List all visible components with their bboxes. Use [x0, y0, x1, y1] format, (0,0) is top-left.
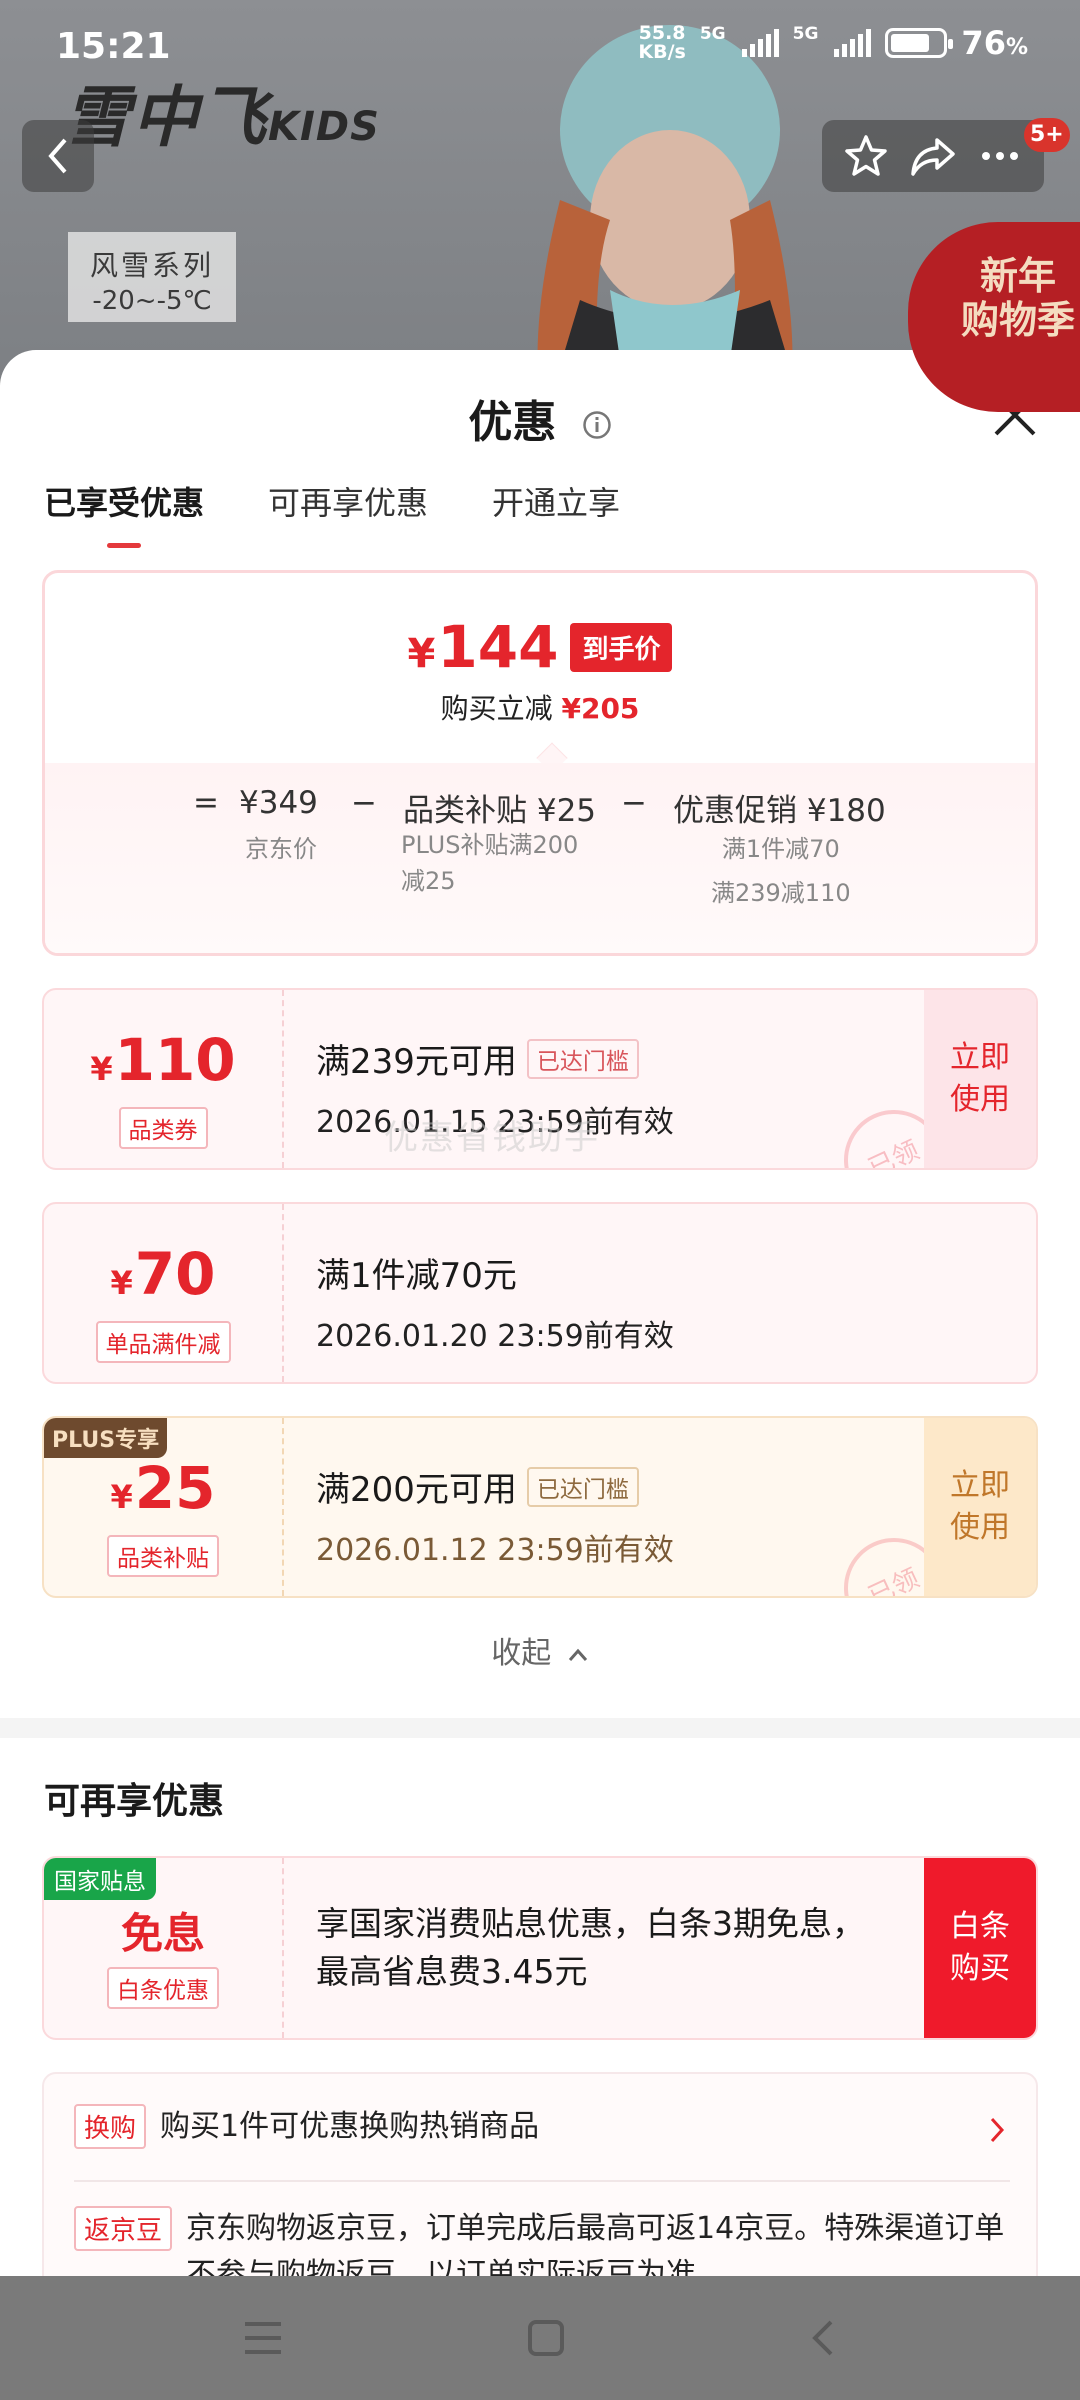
signal-icon: [834, 29, 872, 57]
status-indicators: 55.8 KB/s 5G 5G 76%: [638, 22, 1028, 63]
use-now-button[interactable]: 立即 使用: [924, 990, 1036, 1168]
minus-sign: −: [621, 785, 647, 821]
status-time: 15:21: [56, 26, 171, 67]
coupon-amount: ¥25: [110, 1454, 216, 1522]
final-price-tag: 到手价: [570, 622, 673, 672]
coupon-amount: ¥110: [90, 1026, 236, 1094]
interest-free-text: 享国家消费贴息优惠，白条3期免息，最高省息费3.45元: [316, 1904, 865, 1991]
category-subsidy: 品类补贴 ¥25: [403, 793, 597, 829]
exchange-text: 购买1件可优惠换购热销商品: [160, 2109, 540, 2144]
watermark-text: 优惠省钱助手: [384, 1118, 600, 1158]
star-icon[interactable]: [842, 132, 890, 180]
reduce-text: 购买立减 ¥205: [440, 692, 640, 725]
info-icon[interactable]: [582, 410, 612, 440]
final-price: ¥144: [407, 613, 559, 681]
status-bar: 15:21 55.8 KB/s 5G 5G 76%: [0, 0, 1080, 90]
sim1-label: 5G: [699, 24, 726, 44]
battery-percent: 76%: [961, 24, 1028, 62]
collapse-button[interactable]: 收起: [0, 1628, 1080, 1672]
battery-icon: [885, 28, 954, 58]
exchange-row[interactable]: 换购 购买1件可优惠换购热销商品: [74, 2104, 1010, 2150]
promotion-note: 满1件减70 满239减110: [711, 835, 851, 907]
chevron-right-icon: [990, 2117, 1005, 2143]
section-title: 可再享优惠: [44, 1781, 225, 1822]
threshold-tag: 已达门槛: [526, 1038, 639, 1079]
subsidy-note: PLUS补贴满200 减25: [401, 831, 579, 895]
system-nav-bar: [0, 2276, 1080, 2400]
section-divider: [0, 1718, 1080, 1738]
back-button[interactable]: [22, 120, 94, 192]
menu-icon[interactable]: [241, 2318, 285, 2358]
bean-text: 京东购物返京豆，订单完成后最高可返14京豆。特殊渠道订单不参与购物返豆，以订单实…: [186, 2211, 1005, 2280]
bean-row: 返京豆 京东购物返京豆，订单完成后最高可返14京豆。特殊渠道订单不参与购物返豆，…: [74, 2206, 1010, 2280]
threshold-tag: 已达门槛: [526, 1466, 639, 1507]
use-now-button[interactable]: 立即 使用: [924, 1418, 1036, 1596]
share-icon[interactable]: [909, 132, 957, 180]
coupon-type: 品类补贴: [107, 1535, 219, 1577]
interest-free-label: 免息: [120, 1909, 205, 1958]
exchange-tag: 换购: [74, 2104, 147, 2149]
base-price-label: 京东价: [245, 835, 317, 863]
discount-tabs: 已享受优惠 可再享优惠 开通立享: [44, 478, 620, 548]
plus-badge: PLUS专享: [44, 1418, 168, 1458]
price-summary: ¥144 到手价 购买立减 ¥205 = ¥349 京东价 − 品类补贴 ¥25…: [42, 570, 1038, 956]
coupon-type: 品类券: [118, 1107, 208, 1149]
baitiao-buy-button[interactable]: 白条 购买: [924, 1858, 1036, 2038]
more-icon[interactable]: [976, 132, 1024, 180]
message-badge: 5+: [1024, 118, 1070, 152]
coupon-amount: ¥70: [110, 1240, 216, 1308]
tab-enjoyed[interactable]: 已享受优惠: [44, 478, 204, 548]
equals-sign: =: [193, 785, 219, 821]
base-price: ¥349: [239, 785, 318, 821]
bean-tag: 返京豆: [74, 2206, 173, 2251]
discount-sheet: 优惠 已享受优惠 可再享优惠 开通立享 ¥144 到手价 购买立减 ¥205 =…: [0, 350, 1080, 2280]
back-nav-icon[interactable]: [807, 2318, 839, 2358]
signal-icon: [741, 29, 779, 57]
minus-sign: −: [351, 785, 377, 821]
coupon-condition: 满1件减70元: [316, 1256, 517, 1296]
series-tag: 风雪系列 -20~-5℃: [68, 232, 236, 322]
coupon-expiry: 2026.01.12 23:59前有效: [316, 1533, 674, 1568]
tab-more-available[interactable]: 可再享优惠: [268, 478, 428, 548]
coupon-card: ¥70 单品满件减 满1件减70元 2026.01.20 23:59前有效: [42, 1202, 1038, 1384]
coupon-card-plus: ¥25 品类补贴 PLUS专享 满200元可用 已达门槛 2026.01.12 2…: [42, 1416, 1038, 1598]
tab-activate[interactable]: 开通立享: [492, 478, 620, 548]
coupon-expiry: 2026.01.20 23:59前有效: [316, 1319, 674, 1354]
promo-badge: 新年 购物季: [908, 222, 1080, 412]
coupon-condition: 满200元可用: [316, 1470, 517, 1510]
coupon-condition: 满239元可用: [316, 1042, 517, 1082]
promotion-discount: 优惠促销 ¥180: [673, 793, 886, 829]
extra-benefits-card: 换购 购买1件可优惠换购热销商品 返京豆 京东购物返京豆，订单完成后最高可返14…: [42, 2072, 1038, 2280]
coupon-type: 单品满件减: [95, 1321, 231, 1363]
interest-free-card: 免息 白条优惠 国家贴息 享国家消费贴息优惠，白条3期免息，最高省息费3.45元…: [42, 1856, 1038, 2040]
chevron-left-icon: [48, 138, 67, 174]
sheet-title: 优惠: [0, 386, 1080, 450]
chevron-up-icon: [568, 1648, 587, 1661]
baitiao-tag: 白条优惠: [107, 1967, 219, 2009]
coupon-card: ¥110 品类券 满239元可用 已达门槛 2026.01.15 23:59前有效…: [42, 988, 1038, 1170]
top-action-group: [822, 120, 1044, 192]
network-speed: 55.8 KB/s: [638, 22, 686, 63]
home-icon[interactable]: [526, 2318, 566, 2358]
gov-subsidy-badge: 国家贴息: [44, 1858, 156, 1900]
sim2-label: 5G: [792, 24, 819, 44]
